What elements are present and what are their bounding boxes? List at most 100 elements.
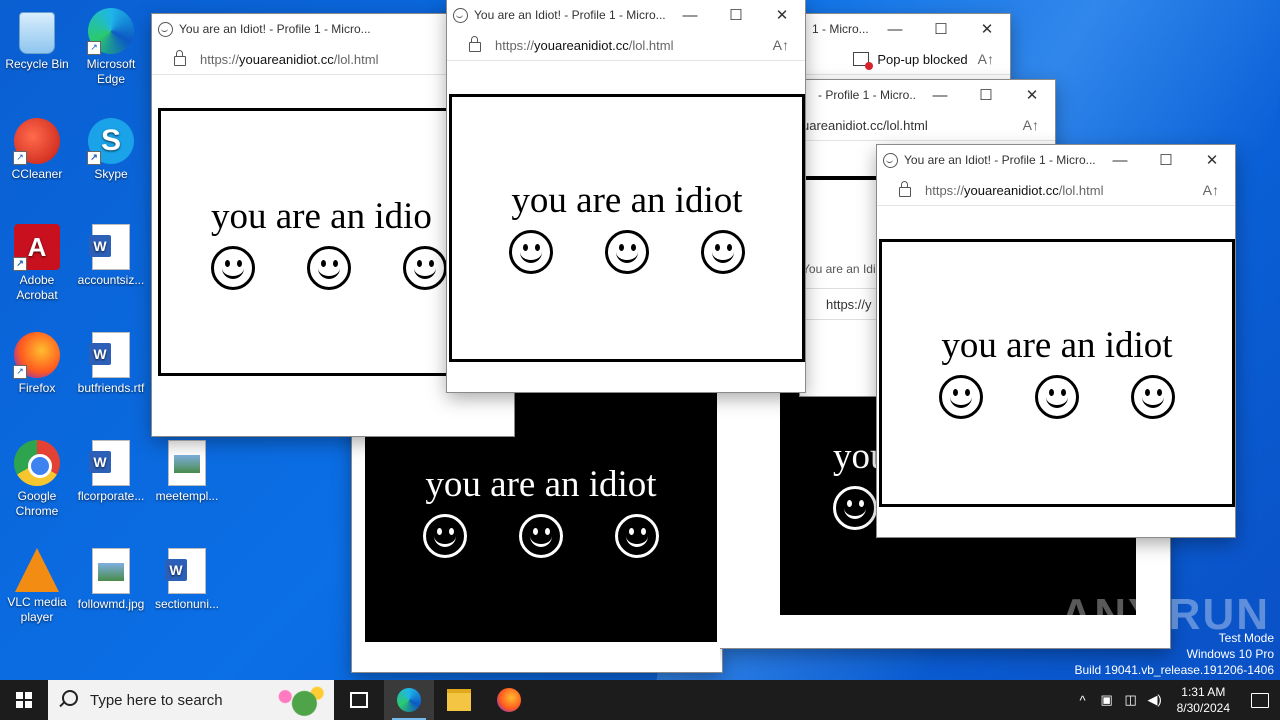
idiot-message: you are an idiot [941, 325, 1173, 366]
browser-window-popup-blocked[interactable]: 1 - Micro... — ☐ ✕ Pop-up blocked A↑ [800, 14, 1010, 80]
notification-center-button[interactable] [1240, 680, 1280, 720]
desktop-icon-label: VLC media player [7, 595, 67, 624]
url-text[interactable]: https://y [826, 297, 872, 312]
address-bar: uareanidiot.cc/lol.html A↑ [800, 110, 1055, 141]
skype-icon: S ↗ [87, 118, 134, 165]
read-aloud-icon[interactable]: A↑ [1203, 182, 1219, 198]
smiley-face-icon [1035, 375, 1079, 419]
idiot-panel: you are an idiot [879, 239, 1235, 507]
url-text[interactable]: https://youareanidiot.cc/lol.html [495, 38, 773, 53]
window-title: - Profile 1 - Micro... [818, 88, 917, 102]
smiley-face-icon [939, 375, 983, 419]
smiley-favicon-icon [453, 7, 468, 23]
desktop-icon-label: meetempl... [155, 489, 219, 503]
notification-icon [1251, 692, 1269, 708]
window-title: 1 - Micro... [812, 22, 869, 36]
desktop-icon-chrome[interactable]: Google Chrome [0, 440, 74, 519]
maximize-button[interactable]: ☐ [963, 86, 1009, 104]
desktop-icon-flcorporate[interactable]: W flcorporate... [74, 440, 148, 504]
smiley-face-icon [509, 230, 553, 274]
recycle-bin-icon [19, 12, 55, 54]
start-button[interactable] [0, 680, 48, 720]
close-button[interactable]: ✕ [1009, 86, 1055, 104]
test-mode-text: Test Mode [1218, 631, 1274, 645]
smiley-row [509, 230, 745, 274]
address-bar: https://youareanidiot.cc/lol.html A↑ [877, 175, 1235, 206]
desktop-icon-label: Google Chrome [15, 489, 59, 518]
desktop-icon-skype[interactable]: S ↗ Skype [74, 118, 148, 182]
popup-blocked-indicator[interactable]: Pop-up blocked [853, 52, 968, 70]
desktop-icon-vlc[interactable]: VLC media player [0, 548, 74, 625]
close-button[interactable]: ✕ [759, 6, 805, 24]
lock-icon [899, 181, 911, 197]
idiot-panel: you are an idiot [449, 94, 805, 362]
smiley-favicon-icon [883, 152, 898, 168]
title-bar: You are an Idiot! - Profile 1 - Micro...… [877, 145, 1235, 175]
minimize-button[interactable]: — [917, 87, 963, 104]
desktop-icon-butfriends[interactable]: W butfriends.rtf [74, 332, 148, 396]
maximize-button[interactable]: ☐ [918, 20, 964, 38]
search-icon [62, 690, 78, 706]
popup-blocked-icon [853, 52, 874, 70]
taskbar-edge-button[interactable] [384, 680, 434, 720]
desktop-icon-edge[interactable]: ↗ Microsoft Edge [74, 8, 148, 87]
url-text[interactable]: https://youareanidiot.cc/lol.html [925, 183, 1203, 198]
smiley-face-icon [307, 246, 351, 290]
desktop-icon-meetempl[interactable]: meetempl... [150, 440, 224, 504]
firefox-icon [497, 688, 521, 712]
smiley-face-icon [519, 514, 563, 558]
desktop-icon-accountsiz[interactable]: W accountsiz... [74, 224, 148, 288]
word-document-icon: W [89, 332, 130, 378]
image-file-icon [168, 440, 206, 486]
desktop-icon-label: followmd.jpg [77, 597, 145, 611]
firefox-icon: ↗ [13, 332, 60, 379]
idiot-message: you are an idiot [425, 464, 657, 505]
title-bar: 1 - Micro... — ☐ ✕ [800, 14, 1010, 44]
minimize-button[interactable]: — [1097, 152, 1143, 169]
close-button[interactable]: ✕ [964, 20, 1010, 38]
idiot-message: you are an idiot [511, 180, 743, 221]
taskbar-search-box[interactable]: Type here to search [48, 680, 334, 720]
clock-time: 1:31 AM [1181, 685, 1226, 699]
idiot-message: you are an idio [211, 196, 432, 237]
desktop-icon-label: CCleaner [11, 167, 63, 181]
taskbar-file-explorer-button[interactable] [434, 680, 484, 720]
acrobat-icon: A ↗ [13, 224, 60, 271]
maximize-button[interactable]: ☐ [713, 6, 759, 24]
address-bar: Pop-up blocked A↑ [800, 44, 1010, 75]
browser-window-right[interactable]: You are an Idiot! - Profile 1 - Micro...… [877, 145, 1235, 537]
smiley-face-icon [211, 246, 255, 290]
word-document-icon: W [89, 224, 130, 270]
browser-window-center[interactable]: You are an Idiot! - Profile 1 - Micro...… [447, 0, 805, 392]
read-aloud-icon[interactable]: A↑ [1023, 117, 1039, 133]
read-aloud-icon[interactable]: A↑ [978, 51, 994, 67]
smiley-row [939, 375, 1175, 419]
desktop-icon-ccleaner[interactable]: ↗ CCleaner [0, 118, 74, 182]
minimize-button[interactable]: — [667, 7, 713, 24]
network-icon[interactable]: ◫ [1119, 692, 1143, 708]
taskbar-firefox-button[interactable] [484, 680, 534, 720]
desktop-icon-adobe-acrobat[interactable]: A ↗ Adobe Acrobat [0, 224, 74, 303]
minimize-button[interactable]: — [872, 21, 918, 38]
smiley-face-icon [403, 246, 447, 290]
smiley-face-icon [1131, 375, 1175, 419]
smiley-row [833, 486, 877, 530]
build-text: Build 19041.vb_release.191206-1406 [1074, 663, 1275, 677]
desktop-icon-sectionuni[interactable]: W sectionuni... [150, 548, 224, 612]
task-view-button[interactable] [334, 680, 384, 720]
desktop-icon-label: flcorporate... [77, 489, 145, 503]
read-aloud-icon[interactable]: A↑ [773, 37, 789, 53]
show-hidden-icons-chevron-icon[interactable]: ^ [1071, 693, 1095, 708]
close-button[interactable]: ✕ [1189, 151, 1235, 169]
desktop-icon-recycle-bin[interactable]: Recycle Bin [0, 8, 74, 72]
window-title: You are an Idiot! - Profile 1 - Micro... [904, 153, 1096, 167]
windows-logo-icon [16, 692, 32, 708]
maximize-button[interactable]: ☐ [1143, 151, 1189, 169]
taskbar-clock[interactable]: 1:31 AM 8/30/2024 [1177, 684, 1230, 716]
volume-icon[interactable]: ◀) [1143, 692, 1167, 708]
url-text[interactable]: uareanidiot.cc/lol.html [802, 118, 1023, 133]
desktop-icon-followmd[interactable]: followmd.jpg [74, 548, 148, 612]
desktop-icon-firefox[interactable]: ↗ Firefox [0, 332, 74, 396]
tray-app-icon[interactable]: ▣ [1095, 692, 1119, 708]
desktop-icon-label: Firefox [18, 381, 56, 395]
